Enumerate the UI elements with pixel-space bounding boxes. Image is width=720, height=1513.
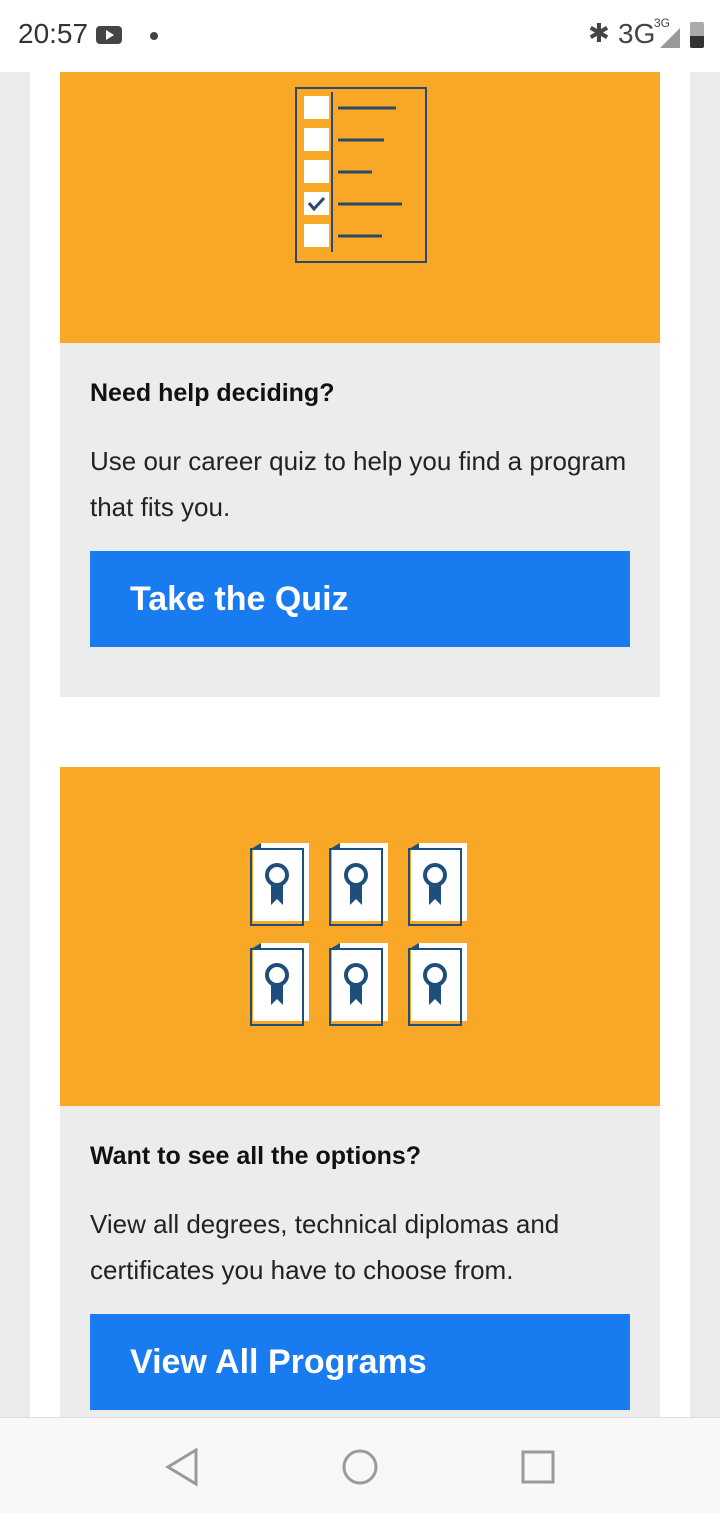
page-content: Need help deciding? Use our career quiz … bbox=[30, 72, 690, 1417]
programs-card-title: Want to see all the options? bbox=[90, 1142, 422, 1170]
quiz-card-title: Need help deciding? bbox=[90, 379, 335, 407]
view-all-programs-button[interactable]: View All Programs bbox=[90, 1314, 630, 1410]
programs-card-text: View all degrees, technical diplomas and… bbox=[90, 1209, 560, 1285]
home-icon[interactable] bbox=[335, 1442, 385, 1492]
network-type: 3G bbox=[618, 18, 656, 49]
notification-dot-icon bbox=[150, 32, 158, 40]
recents-icon[interactable] bbox=[513, 1442, 563, 1492]
status-bar: 20:57 ✱ 3G 3G bbox=[0, 0, 720, 72]
back-icon[interactable] bbox=[158, 1442, 208, 1492]
take-quiz-button[interactable]: Take the Quiz bbox=[90, 551, 630, 647]
quiz-banner bbox=[60, 72, 660, 343]
status-time: 20:57 bbox=[18, 18, 89, 49]
youtube-icon bbox=[96, 26, 122, 44]
battery-icon bbox=[690, 22, 704, 48]
quiz-card: Need help deciding? Use our career quiz … bbox=[60, 72, 660, 697]
quiz-card-text: Use our career quiz to help you find a p… bbox=[90, 446, 627, 522]
programs-banner bbox=[60, 767, 660, 1106]
signal-icon bbox=[660, 28, 680, 48]
navigation-bar bbox=[0, 1417, 720, 1513]
checklist-icon bbox=[295, 87, 427, 263]
programs-card: Want to see all the options? View all de… bbox=[60, 767, 660, 1417]
bluetooth-icon: ✱ bbox=[588, 18, 610, 48]
certificates-icon bbox=[250, 843, 467, 1026]
